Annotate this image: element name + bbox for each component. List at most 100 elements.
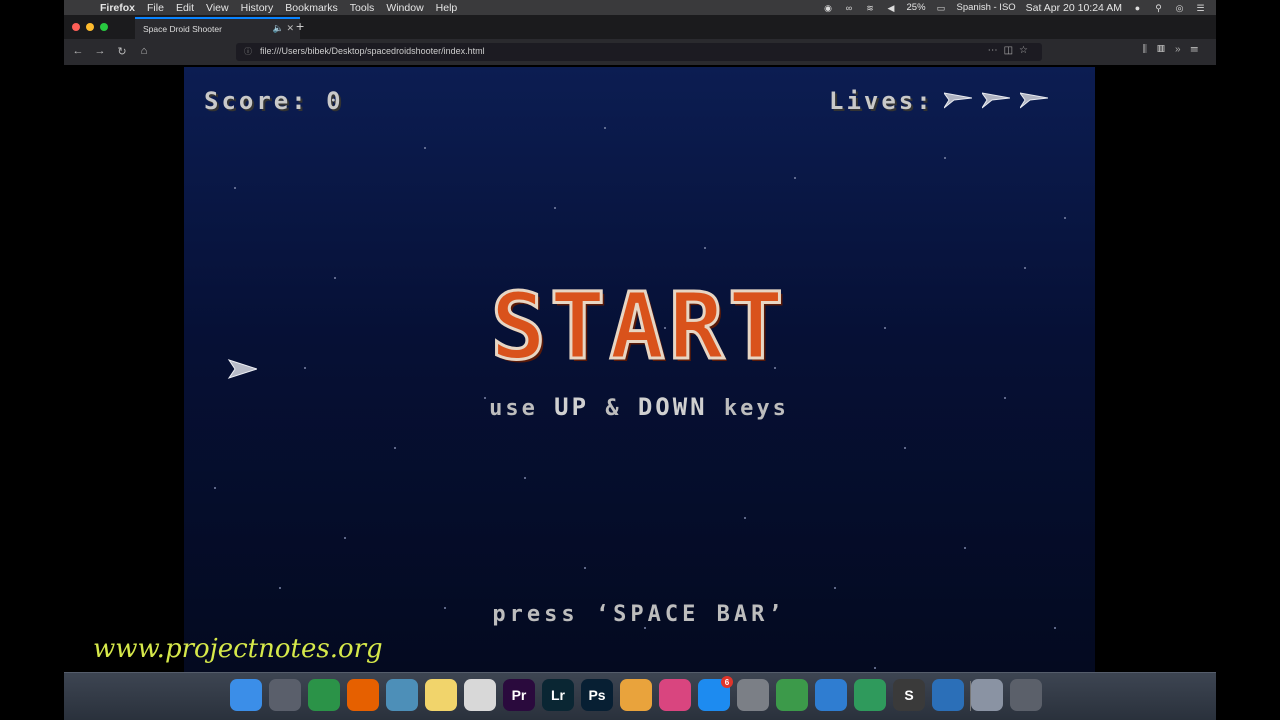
- url-text: file:///Users/bibek/Desktop/spacedroidsh…: [260, 46, 485, 56]
- instructions-keys: keys: [723, 396, 789, 421]
- menu-history[interactable]: History: [235, 2, 280, 14]
- volume-icon[interactable]: ◀: [886, 3, 897, 13]
- star: [644, 627, 646, 629]
- star: [944, 157, 946, 159]
- nav-bar: ← → ↻ ⌂ ⓘ file:///Users/bibek/Desktop/sp…: [64, 39, 1216, 65]
- instructions-up: UP: [554, 393, 590, 421]
- photos-icon[interactable]: [620, 679, 652, 711]
- press-prefix: press: [492, 602, 579, 627]
- notes-icon[interactable]: [425, 679, 457, 711]
- android-studio-icon[interactable]: [776, 679, 808, 711]
- preview-icon[interactable]: [386, 679, 418, 711]
- itunes-icon[interactable]: [659, 679, 691, 711]
- clock[interactable]: Sat Apr 20 10:24 AM: [1026, 2, 1122, 14]
- user-icon[interactable]: ●: [1132, 3, 1143, 13]
- close-window-icon[interactable]: [72, 23, 80, 31]
- xcode-icon[interactable]: [815, 679, 847, 711]
- tab-close-icon[interactable]: ✕: [286, 23, 294, 33]
- menu-window[interactable]: Window: [380, 2, 429, 14]
- wifi-icon[interactable]: ≋: [865, 3, 876, 13]
- star: [344, 537, 346, 539]
- siri-icon[interactable]: ◎: [1174, 3, 1185, 13]
- star: [214, 487, 216, 489]
- home-icon[interactable]: ⌂: [136, 45, 152, 57]
- pocket-icon[interactable]: ◫: [1004, 45, 1019, 56]
- record-icon[interactable]: ◉: [823, 3, 834, 13]
- star: [1004, 397, 1006, 399]
- hamburger-menu-icon[interactable]: ☰: [1191, 44, 1209, 55]
- lightroom-icon[interactable]: Lr: [542, 679, 574, 711]
- reload-icon[interactable]: ↻: [114, 45, 130, 58]
- menu-file[interactable]: File: [141, 2, 170, 14]
- tab-controls: 🔈 ✕: [273, 23, 294, 34]
- lives-ships: [934, 87, 1048, 115]
- new-tab-button[interactable]: +: [296, 18, 304, 34]
- spotlight-icon[interactable]: ⚲: [1153, 3, 1164, 13]
- page-actions-icon[interactable]: ⋯: [988, 45, 1004, 56]
- premiere-icon[interactable]: Pr: [503, 679, 535, 711]
- game-canvas[interactable]: Score: 0 Lives: START use UP & DOWN keys…: [184, 67, 1095, 672]
- menu-edit[interactable]: Edit: [170, 2, 200, 14]
- instructions-text: use UP & DOWN keys: [404, 393, 874, 421]
- life-ship-icon: [981, 92, 1010, 109]
- star: [1054, 627, 1056, 629]
- system-preferences-icon[interactable]: [737, 679, 769, 711]
- library-icon[interactable]: ⫼: [1142, 44, 1157, 55]
- overflow-icon[interactable]: »: [1175, 44, 1191, 55]
- life-ship-icon: [1019, 92, 1048, 109]
- star: [1024, 267, 1026, 269]
- back-icon[interactable]: ←: [70, 45, 86, 57]
- sublime-text-icon[interactable]: S: [893, 679, 925, 711]
- star: [554, 207, 556, 209]
- security-icon[interactable]: [854, 679, 886, 711]
- menu-app-name[interactable]: Firefox: [94, 2, 141, 14]
- player-ship-icon: [227, 359, 257, 379]
- press-space-prompt: press ‘SPACE BAR’: [404, 602, 874, 627]
- minimize-window-icon[interactable]: [86, 23, 94, 31]
- watermark: www.projectnotes.org: [93, 634, 383, 664]
- notification-center-icon[interactable]: ☰: [1195, 3, 1206, 13]
- photoshop-icon[interactable]: Ps: [581, 679, 613, 711]
- score-value: 0: [326, 87, 344, 115]
- star: [1064, 217, 1066, 219]
- star: [704, 247, 706, 249]
- url-bar[interactable]: ⓘ file:///Users/bibek/Desktop/spacedroid…: [236, 43, 1042, 61]
- forward-icon[interactable]: →: [92, 45, 108, 57]
- quicktime-icon[interactable]: [932, 679, 964, 711]
- menu-bookmarks[interactable]: Bookmarks: [279, 2, 344, 14]
- textedit-icon[interactable]: [464, 679, 496, 711]
- dock: Pr Lr Ps 6 S: [64, 672, 1216, 720]
- zoom-window-icon[interactable]: [100, 23, 108, 31]
- star: [279, 587, 281, 589]
- press-key: ‘SPACE BAR’: [595, 602, 786, 627]
- menu-view[interactable]: View: [200, 2, 235, 14]
- star: [334, 277, 336, 279]
- menu-bar: Firefox File Edit View History Bookmarks…: [64, 0, 1216, 15]
- star: [394, 447, 396, 449]
- toolbar-buttons: ⫼▥»☰: [1142, 44, 1208, 55]
- site-info-icon[interactable]: ⓘ: [244, 46, 252, 57]
- input-source[interactable]: Spanish - ISO: [957, 2, 1016, 13]
- star: [304, 367, 306, 369]
- menu-help[interactable]: Help: [430, 2, 464, 14]
- firefox-icon[interactable]: [347, 679, 379, 711]
- battery-icon[interactable]: ▭: [936, 3, 947, 13]
- menu-tools[interactable]: Tools: [344, 2, 381, 14]
- chrome-icon[interactable]: [308, 679, 340, 711]
- star: [424, 147, 426, 149]
- score-label: Score:: [204, 87, 309, 115]
- creative-cloud-icon[interactable]: ∞: [844, 3, 855, 13]
- star: [584, 567, 586, 569]
- app-store-icon[interactable]: 6: [698, 676, 733, 711]
- bookmark-star-icon[interactable]: ☆: [1019, 45, 1034, 56]
- tab-active[interactable]: Space Droid Shooter 🔈 ✕: [135, 17, 300, 39]
- launchpad-icon[interactable]: [269, 679, 301, 711]
- finder-folder-icon[interactable]: [971, 679, 1003, 711]
- battery-percent: 25%: [906, 2, 926, 13]
- tab-audio-icon[interactable]: 🔈: [273, 23, 284, 33]
- finder-icon[interactable]: [230, 679, 262, 711]
- trash-icon[interactable]: [1010, 679, 1042, 711]
- sidebar-icon[interactable]: ▥: [1157, 44, 1175, 55]
- instructions-use: use: [489, 396, 538, 421]
- star: [234, 187, 236, 189]
